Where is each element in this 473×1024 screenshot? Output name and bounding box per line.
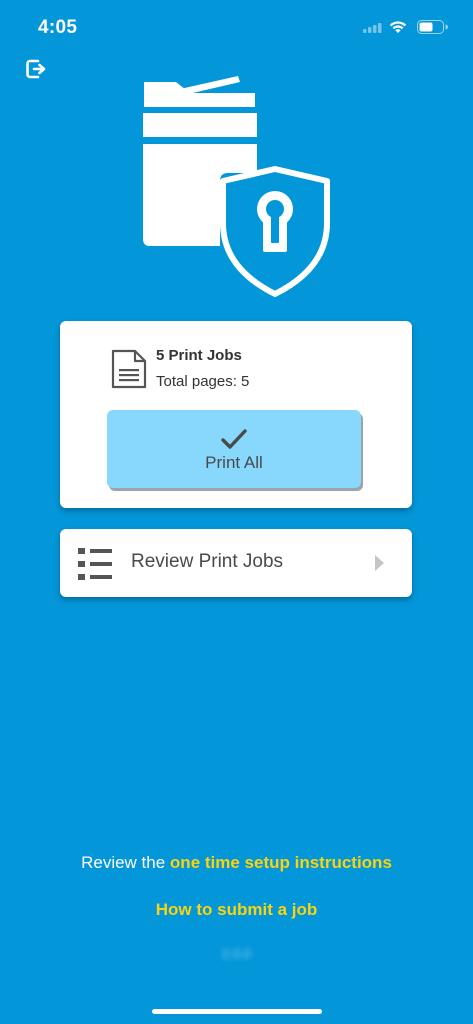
status-bar: 4:05 [0,0,473,56]
status-icons-svg [363,20,448,34]
list-icon [78,548,112,580]
document-icon [111,349,147,389]
secure-printer-icon [140,73,332,298]
logout-button[interactable] [22,55,50,83]
secure-printer-graphic [143,76,330,297]
review-print-jobs-label: Review Print Jobs [131,551,284,572]
how-to-submit-link[interactable]: How to submit a job [156,900,318,919]
setup-instructions-link[interactable]: one time setup instructions [170,853,392,872]
checkmark-icon [221,429,247,449]
setup-instructions-line: Review the one time setup instructions [0,853,473,873]
chevron-right-icon [375,555,384,571]
review-print-jobs-button[interactable]: Review Print Jobs [60,529,412,597]
submit-job-line: How to submit a job [0,900,473,920]
home-indicator[interactable] [152,1009,322,1014]
total-pages-text: Total pages: 5 [156,373,250,390]
battery-icon [417,20,448,34]
wifi-icon [389,21,407,33]
logout-icon [26,59,46,79]
setup-prefix-text: Review the [81,853,170,872]
status-icons [363,18,453,38]
print-all-button[interactable]: Print All [107,410,361,488]
status-time: 4:05 [38,17,78,38]
app-version: 2.0.0 [222,946,251,961]
print-summary-card: 5 Print Jobs Total pages: 5 Print All [60,321,412,508]
print-all-label: Print All [205,453,263,472]
print-jobs-count: 5 Print Jobs [156,347,242,364]
cellular-signal-icon [363,23,382,33]
